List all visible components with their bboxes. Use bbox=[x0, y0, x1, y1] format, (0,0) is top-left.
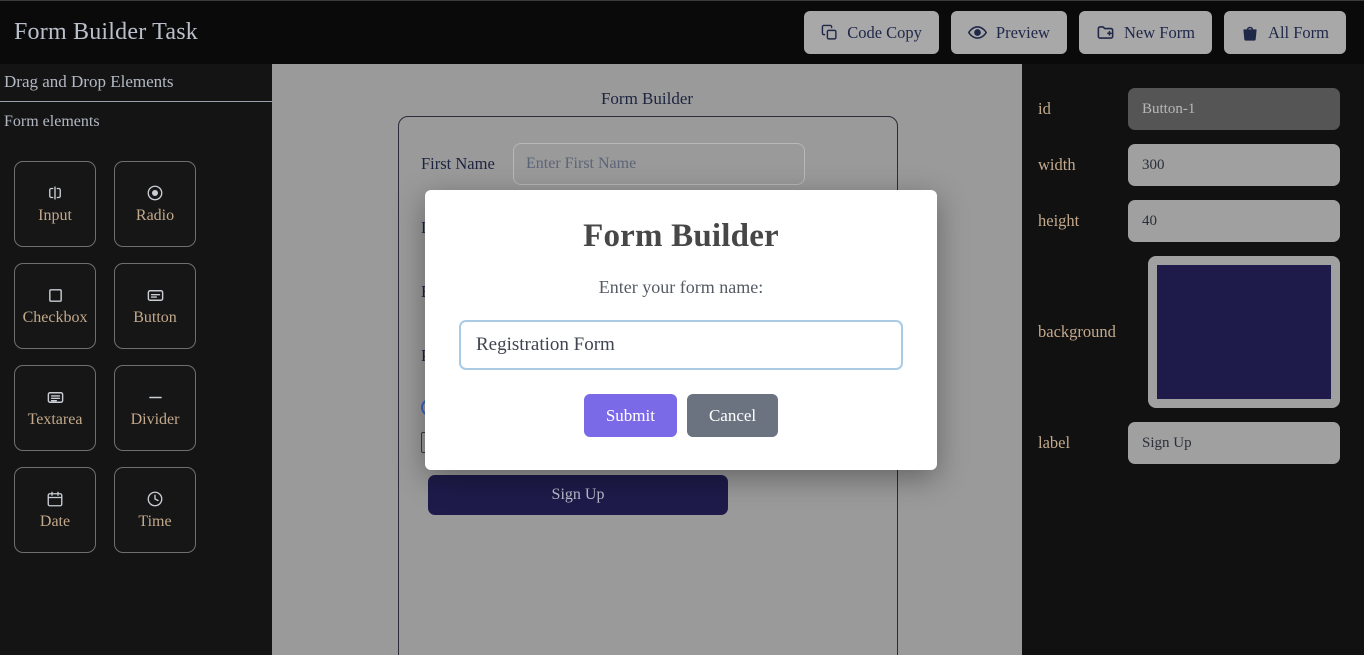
property-width-input[interactable] bbox=[1128, 144, 1340, 186]
form-name-modal: Form Builder Enter your form name: Submi… bbox=[425, 190, 937, 470]
modal-subtitle: Enter your form name: bbox=[598, 277, 764, 297]
palette-item-label: Time bbox=[138, 513, 172, 530]
canvas-title: Form Builder bbox=[600, 89, 694, 108]
first-name-input[interactable] bbox=[513, 143, 805, 185]
modal-cancel-button[interactable]: Cancel bbox=[686, 394, 779, 437]
palette-item-button[interactable]: Button bbox=[114, 263, 196, 349]
property-label-input[interactable] bbox=[1128, 422, 1340, 464]
checkbox-icon bbox=[47, 286, 64, 304]
clock-icon bbox=[146, 490, 164, 508]
property-label: height bbox=[1038, 211, 1080, 230]
divider-icon bbox=[146, 388, 165, 406]
input-cursor-icon bbox=[46, 184, 64, 202]
palette-item-label: Date bbox=[39, 513, 71, 530]
palette-item-label: Textarea bbox=[27, 411, 83, 428]
palette-item-textarea[interactable]: Textarea bbox=[14, 365, 96, 451]
all-form-label: All Form bbox=[1268, 22, 1329, 42]
property-row-id: id bbox=[1038, 88, 1340, 130]
property-label: label bbox=[1038, 433, 1071, 452]
copy-icon bbox=[821, 24, 838, 41]
modal-submit-button[interactable]: Submit bbox=[583, 394, 677, 437]
new-form-label: New Form bbox=[1123, 22, 1196, 42]
field-label: First Name bbox=[421, 154, 495, 173]
elements-sidebar: Drag and Drop Elements Form elements Inp… bbox=[0, 64, 272, 655]
background-color-picker[interactable] bbox=[1148, 256, 1340, 408]
palette-item-input[interactable]: Input bbox=[14, 161, 96, 247]
all-form-button[interactable]: All Form bbox=[1224, 11, 1346, 54]
sidebar-subheading: Form elements bbox=[4, 113, 100, 130]
palette-item-radio[interactable]: Radio bbox=[114, 161, 196, 247]
palette-item-label: Divider bbox=[130, 411, 180, 428]
textarea-icon bbox=[46, 388, 65, 406]
property-height-input[interactable] bbox=[1128, 200, 1340, 242]
form-name-input[interactable] bbox=[459, 320, 903, 370]
code-copy-button[interactable]: Code Copy bbox=[804, 11, 939, 54]
header-actions: Code Copy Preview New Form All Form bbox=[804, 11, 1346, 54]
folder-plus-icon bbox=[1096, 23, 1115, 42]
property-label: width bbox=[1038, 155, 1076, 174]
palette-item-date[interactable]: Date bbox=[14, 467, 96, 553]
page-title: Form Builder Task bbox=[14, 19, 198, 45]
property-label: background bbox=[1038, 322, 1116, 341]
palette-item-label: Checkbox bbox=[22, 309, 88, 326]
properties-panel: id width height background label bbox=[1022, 64, 1364, 655]
property-row-width: width bbox=[1038, 144, 1340, 186]
palette-item-label: Button bbox=[133, 309, 177, 326]
palette-item-checkbox[interactable]: Checkbox bbox=[14, 263, 96, 349]
sidebar-heading: Drag and Drop Elements bbox=[0, 64, 272, 102]
modal-buttons: Submit Cancel bbox=[457, 394, 905, 437]
palette-item-time[interactable]: Time bbox=[114, 467, 196, 553]
property-row-height: height bbox=[1038, 200, 1340, 242]
property-label: id bbox=[1038, 99, 1051, 118]
preview-button[interactable]: Preview bbox=[950, 11, 1067, 54]
new-form-button[interactable]: New Form bbox=[1078, 11, 1213, 54]
radio-icon bbox=[146, 184, 164, 202]
palette-item-label: Input bbox=[38, 207, 72, 224]
bag-icon bbox=[1241, 24, 1259, 42]
code-copy-label: Code Copy bbox=[847, 22, 922, 42]
form-field-row[interactable]: First Name bbox=[399, 143, 897, 185]
modal-title: Form Builder bbox=[583, 218, 779, 254]
app-header: Form Builder Task Code Copy Preview New … bbox=[0, 0, 1364, 64]
property-id-input[interactable] bbox=[1128, 88, 1340, 130]
form-builder-app: Form Builder Task Code Copy Preview New … bbox=[0, 0, 1364, 655]
button-icon bbox=[146, 286, 165, 304]
calendar-icon bbox=[46, 490, 64, 508]
property-row-background: background bbox=[1038, 256, 1340, 408]
element-palette: Input Radio Checkbox Button Textarea Div… bbox=[0, 139, 272, 553]
palette-item-label: Radio bbox=[135, 207, 175, 224]
palette-item-divider[interactable]: Divider bbox=[114, 365, 196, 451]
property-row-label: label bbox=[1038, 422, 1340, 464]
sign-up-button[interactable]: Sign Up bbox=[428, 475, 728, 515]
preview-label: Preview bbox=[995, 22, 1050, 42]
background-color-swatch[interactable] bbox=[1157, 265, 1331, 399]
eye-icon bbox=[967, 23, 987, 42]
